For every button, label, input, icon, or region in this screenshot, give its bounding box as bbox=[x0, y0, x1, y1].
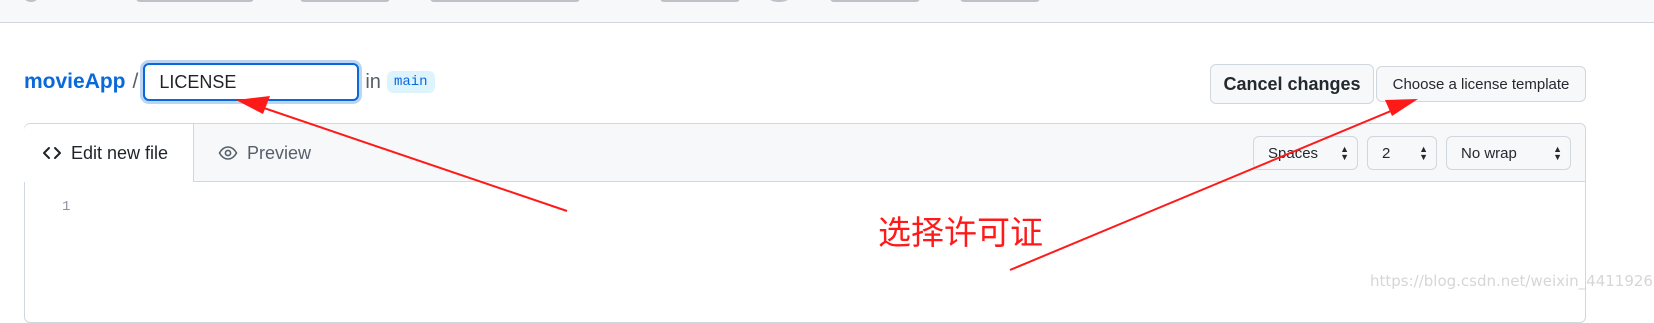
path-separator: / bbox=[132, 70, 139, 93]
nav-item[interactable] bbox=[660, 0, 740, 2]
indent-mode-value: Spaces bbox=[1268, 144, 1319, 162]
nav-item[interactable] bbox=[430, 0, 580, 2]
nav-item[interactable] bbox=[830, 0, 920, 2]
nav-item[interactable] bbox=[136, 0, 254, 2]
indent-mode-select[interactable]: Spaces ▲ ▼ bbox=[1253, 136, 1358, 170]
annotation-text: 选择许可证 bbox=[878, 213, 1043, 252]
code-icon bbox=[42, 145, 62, 161]
nav-item[interactable] bbox=[300, 0, 390, 2]
line-number: 1 bbox=[62, 199, 71, 215]
file-editor: Edit new file Preview Spaces ▲ ▼ 2 ▲ ▼ No … bbox=[24, 123, 1586, 323]
nav-item[interactable] bbox=[960, 0, 1040, 2]
tab-label: Preview bbox=[247, 142, 312, 163]
tab-label: Edit new file bbox=[71, 142, 169, 163]
select-caret-icon: ▲ ▼ bbox=[1419, 144, 1428, 162]
eye-icon bbox=[218, 145, 238, 161]
select-caret-icon: ▲ ▼ bbox=[1340, 144, 1349, 162]
select-caret-icon: ▲ ▼ bbox=[1553, 144, 1562, 162]
cancel-changes-button[interactable]: Cancel changes bbox=[1210, 64, 1374, 104]
indent-size-select[interactable]: 2 ▲ ▼ bbox=[1367, 136, 1437, 170]
filename-input[interactable] bbox=[143, 63, 360, 101]
nav-icon bbox=[24, 0, 38, 2]
editor-toolbar: Edit new file Preview Spaces ▲ ▼ 2 ▲ ▼ No … bbox=[24, 124, 1585, 182]
top-navigation-bar bbox=[0, 0, 1654, 23]
repo-link[interactable]: movieApp bbox=[24, 70, 126, 94]
in-label: in bbox=[365, 70, 381, 93]
line-wrap-value: No wrap bbox=[1461, 144, 1517, 162]
tab-edit-new-file[interactable]: Edit new file bbox=[24, 124, 194, 182]
file-path-breadcrumb: movieApp / in main bbox=[24, 60, 435, 104]
watermark: https://blog.csdn.net/weixin_44119268 bbox=[1370, 272, 1654, 290]
indent-size-value: 2 bbox=[1382, 144, 1391, 162]
nav-avatar bbox=[768, 0, 790, 2]
line-wrap-select[interactable]: No wrap ▲ ▼ bbox=[1446, 136, 1571, 170]
tab-preview[interactable]: Preview bbox=[218, 124, 311, 182]
branch-badge: main bbox=[386, 71, 435, 93]
choose-license-template-button[interactable]: Choose a license template bbox=[1376, 66, 1586, 102]
